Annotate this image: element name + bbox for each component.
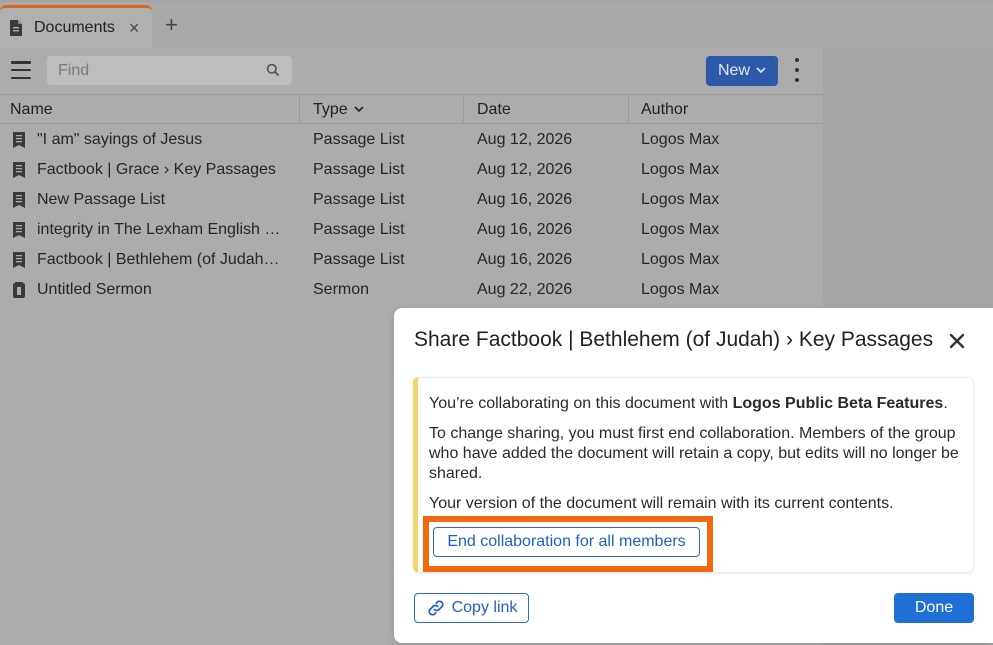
row-author: Logos Max xyxy=(641,251,720,268)
sermon-icon xyxy=(12,281,26,299)
row-date: Aug 12, 2026 xyxy=(477,161,573,178)
row-name: "I am" sayings of Jesus xyxy=(37,131,203,148)
new-button-label: New xyxy=(717,62,750,79)
table-header: Name Type Date Author xyxy=(0,94,823,124)
close-icon[interactable] xyxy=(946,330,968,352)
document-list: "I am" sayings of Jesus Passage List Aug… xyxy=(0,125,823,305)
highlight-box: End collaboration for all members xyxy=(423,516,713,572)
more-options-icon[interactable] xyxy=(792,58,802,82)
table-row[interactable]: integrity in The Lexham English … Passag… xyxy=(0,215,823,245)
find-box xyxy=(47,56,292,85)
table-row[interactable]: Factbook | Grace › Key Passages Passage … xyxy=(0,155,823,185)
tab-bar: Documents × + xyxy=(0,2,993,48)
notice-change-sharing-text: To change sharing, you must first end co… xyxy=(429,425,959,482)
done-button[interactable]: Done xyxy=(894,593,974,623)
collaboration-notice: You’re collaborating on this document wi… xyxy=(413,377,974,573)
link-icon xyxy=(426,598,446,618)
row-type: Passage List xyxy=(313,251,405,268)
tab-documents[interactable]: Documents × xyxy=(0,5,152,48)
sort-chevron-down-icon xyxy=(354,104,364,116)
row-name: New Passage List xyxy=(37,191,166,208)
row-date: Aug 16, 2026 xyxy=(477,191,573,208)
search-icon[interactable] xyxy=(266,63,280,77)
find-input[interactable] xyxy=(58,61,258,80)
collaboration-group-name: Logos Public Beta Features xyxy=(732,395,944,412)
menu-icon[interactable] xyxy=(11,61,31,79)
tab-close-icon[interactable]: × xyxy=(129,19,140,37)
column-header-name[interactable]: Name xyxy=(10,95,298,124)
passage-list-icon xyxy=(12,191,26,209)
row-name: Factbook | Grace › Key Passages xyxy=(37,161,276,178)
table-row[interactable]: Untitled Sermon Sermon Aug 22, 2026 Logo… xyxy=(0,275,823,305)
add-tab-icon[interactable]: + xyxy=(165,14,178,36)
row-author: Logos Max xyxy=(641,161,720,178)
passage-list-icon xyxy=(12,221,26,239)
row-type: Sermon xyxy=(313,281,370,298)
new-button[interactable]: New xyxy=(706,56,778,86)
column-header-date[interactable]: Date xyxy=(463,95,628,124)
row-date: Aug 16, 2026 xyxy=(477,221,573,238)
copy-link-button[interactable]: Copy link xyxy=(414,593,529,623)
table-row[interactable]: New Passage List Passage List Aug 16, 20… xyxy=(0,185,823,215)
row-date: Aug 22, 2026 xyxy=(477,281,573,298)
row-author: Logos Max xyxy=(641,191,720,208)
row-date: Aug 12, 2026 xyxy=(477,131,573,148)
row-author: Logos Max xyxy=(641,221,720,238)
tab-label: Documents xyxy=(34,19,115,36)
column-header-author[interactable]: Author xyxy=(628,95,823,124)
table-row[interactable]: Factbook | Bethlehem (of Judah… Passage … xyxy=(0,245,823,275)
toolbar: New xyxy=(0,48,823,94)
row-name: integrity in The Lexham English … xyxy=(37,221,281,238)
copy-link-label: Copy link xyxy=(451,599,518,616)
passage-list-icon xyxy=(12,161,26,179)
app-window: Documents × + New Name xyxy=(0,0,993,645)
notice-collaborating-text: You’re collaborating on this document wi… xyxy=(429,395,948,412)
table-row[interactable]: "I am" sayings of Jesus Passage List Aug… xyxy=(0,125,823,155)
row-type: Passage List xyxy=(313,191,405,208)
row-author: Logos Max xyxy=(641,281,720,298)
notice-version-text: Your version of the document will remain… xyxy=(429,495,894,512)
row-type: Passage List xyxy=(313,161,405,178)
row-author: Logos Max xyxy=(641,131,720,148)
dialog-title: Share Factbook | Bethlehem (of Judah) › … xyxy=(414,328,934,351)
row-type: Passage List xyxy=(313,131,405,148)
row-type: Passage List xyxy=(313,221,405,238)
row-name: Untitled Sermon xyxy=(37,281,152,298)
passage-list-icon xyxy=(12,131,26,149)
column-header-type[interactable]: Type xyxy=(299,95,463,124)
passage-list-icon xyxy=(12,251,26,269)
document-icon xyxy=(8,19,24,37)
row-date: Aug 16, 2026 xyxy=(477,251,573,268)
end-collaboration-button[interactable]: End collaboration for all members xyxy=(433,527,700,557)
chevron-down-icon xyxy=(756,65,766,77)
share-dialog: Share Factbook | Bethlehem (of Judah) › … xyxy=(394,308,993,643)
row-name: Factbook | Bethlehem (of Judah… xyxy=(37,251,280,268)
